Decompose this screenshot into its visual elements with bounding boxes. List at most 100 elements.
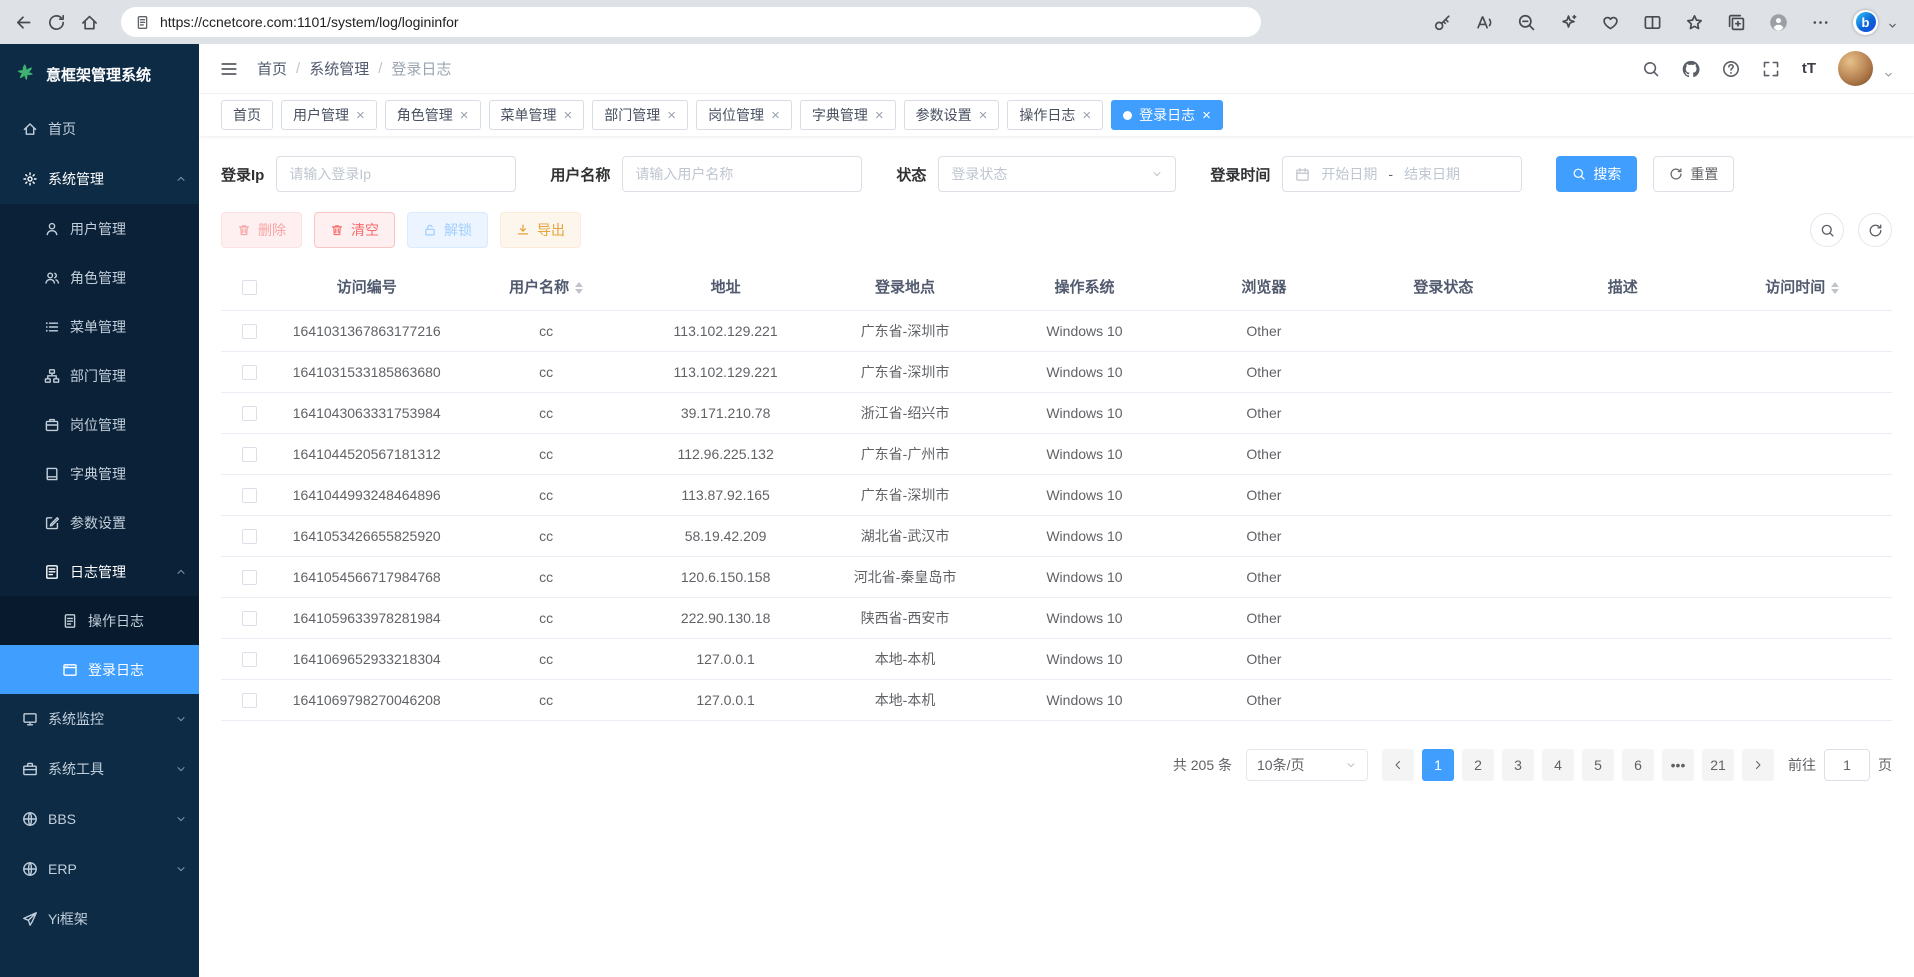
page-button[interactable]: 6 — [1622, 749, 1654, 781]
sidebar-item[interactable]: 系统监控 — [0, 694, 199, 744]
address-bar[interactable]: https://ccnetcore.com:1101/system/log/lo… — [121, 7, 1261, 37]
column-header[interactable]: 访问时间 — [1713, 264, 1893, 310]
row-checkbox[interactable] — [242, 406, 257, 421]
prev-page-button[interactable] — [1382, 749, 1414, 781]
chevron-down-icon[interactable] — [1883, 69, 1894, 80]
help-icon[interactable] — [1722, 60, 1740, 78]
sidebar-item[interactable]: 字典管理 — [0, 449, 199, 498]
reload-icon[interactable] — [47, 13, 66, 32]
close-icon[interactable]: × — [356, 108, 365, 123]
reset-button[interactable]: 重置 — [1653, 156, 1734, 192]
sidebar-item[interactable]: 岗位管理 — [0, 400, 199, 449]
collapse-menu-icon[interactable] — [219, 59, 239, 79]
page-button[interactable]: 21 — [1702, 749, 1734, 781]
toggle-search-button[interactable] — [1810, 213, 1844, 247]
page-size-select[interactable]: 10条/页 — [1246, 749, 1368, 781]
table-row[interactable]: 1641043063331753984cc39.171.210.78浙江省-绍兴… — [221, 392, 1892, 433]
more-icon[interactable] — [1811, 13, 1830, 32]
sidebar-item[interactable]: 参数设置 — [0, 498, 199, 547]
essentials-heart-icon[interactable] — [1601, 13, 1620, 32]
sidebar-item[interactable]: BBS — [0, 794, 199, 844]
sidebar-item[interactable]: 角色管理 — [0, 253, 199, 302]
avatar[interactable] — [1838, 51, 1873, 86]
jump-page-input[interactable] — [1824, 749, 1870, 781]
row-checkbox[interactable] — [242, 652, 257, 667]
row-checkbox[interactable] — [242, 447, 257, 462]
table-row[interactable]: 1641053426655825920cc58.19.42.209湖北省-武汉市… — [221, 515, 1892, 556]
sidebar-item[interactable]: 操作日志 — [0, 596, 199, 645]
search-icon[interactable] — [1642, 60, 1660, 78]
page-button[interactable]: 5 — [1582, 749, 1614, 781]
table-row[interactable]: 1641054566717984768cc120.6.150.158河北省-秦皇… — [221, 556, 1892, 597]
sidebar-item[interactable]: 菜单管理 — [0, 302, 199, 351]
row-checkbox[interactable] — [242, 611, 257, 626]
bing-icon[interactable]: b — [1853, 10, 1878, 35]
back-icon[interactable] — [14, 13, 33, 32]
sidebar-item[interactable]: 系统工具 — [0, 744, 199, 794]
breadcrumb-item[interactable]: 首页 — [257, 58, 287, 79]
translate-icon[interactable] — [1559, 13, 1578, 32]
tab[interactable]: 字典管理× — [800, 100, 896, 130]
sidebar-item[interactable]: ERP — [0, 844, 199, 894]
login-ip-input[interactable] — [276, 156, 516, 192]
read-aloud-icon[interactable] — [1475, 13, 1494, 32]
fullscreen-icon[interactable] — [1762, 60, 1780, 78]
page-button[interactable]: 3 — [1502, 749, 1534, 781]
close-icon[interactable]: × — [667, 108, 676, 123]
delete-button[interactable]: 删除 — [221, 212, 302, 248]
sidebar-item[interactable]: 日志管理 — [0, 547, 199, 596]
unlock-button[interactable]: 解锁 — [407, 212, 488, 248]
tab[interactable]: 岗位管理× — [696, 100, 792, 130]
row-checkbox[interactable] — [242, 693, 257, 708]
table-row[interactable]: 1641044520567181312cc112.96.225.132广东省-广… — [221, 433, 1892, 474]
github-icon[interactable] — [1682, 60, 1700, 78]
tab[interactable]: 登录日志× — [1111, 100, 1223, 130]
date-range-picker[interactable]: 开始日期 - 结束日期 — [1282, 156, 1522, 192]
sidebar-item[interactable]: 系统管理 — [0, 154, 199, 204]
next-page-button[interactable] — [1742, 749, 1774, 781]
split-screen-icon[interactable] — [1643, 13, 1662, 32]
breadcrumb-item[interactable]: 系统管理 — [309, 58, 369, 79]
home-icon[interactable] — [80, 13, 99, 32]
close-icon[interactable]: × — [1202, 108, 1211, 123]
close-icon[interactable]: × — [875, 108, 884, 123]
profile-icon[interactable] — [1769, 13, 1788, 32]
sidebar-item[interactable]: 用户管理 — [0, 204, 199, 253]
tab[interactable]: 用户管理× — [281, 100, 377, 130]
status-select[interactable]: 登录状态 — [938, 156, 1176, 192]
clear-button[interactable]: 清空 — [314, 212, 395, 248]
table-row[interactable]: 1641059633978281984cc222.90.130.18陕西省-西安… — [221, 597, 1892, 638]
tab[interactable]: 操作日志× — [1007, 100, 1103, 130]
chevron-down-icon[interactable] — [1887, 20, 1898, 31]
row-checkbox[interactable] — [242, 570, 257, 585]
more-pages-button[interactable]: ••• — [1662, 749, 1694, 781]
password-key-icon[interactable] — [1433, 13, 1452, 32]
close-icon[interactable]: × — [460, 108, 469, 123]
row-checkbox[interactable] — [242, 365, 257, 380]
font-size-icon[interactable]: tT — [1802, 60, 1816, 77]
row-checkbox[interactable] — [242, 324, 257, 339]
tab[interactable]: 参数设置× — [904, 100, 1000, 130]
breadcrumb-item[interactable]: 登录日志 — [391, 58, 451, 79]
tab[interactable]: 首页 — [221, 100, 273, 130]
export-button[interactable]: 导出 — [500, 212, 581, 248]
search-button[interactable]: 搜索 — [1556, 156, 1637, 192]
refresh-table-button[interactable] — [1858, 213, 1892, 247]
table-row[interactable]: 1641031367863177216cc113.102.129.221广东省-… — [221, 310, 1892, 351]
table-row[interactable]: 1641069798270046208cc127.0.0.1本地-本机Windo… — [221, 679, 1892, 720]
tab[interactable]: 菜单管理× — [489, 100, 585, 130]
close-icon[interactable]: × — [564, 108, 573, 123]
close-icon[interactable]: × — [1082, 108, 1091, 123]
row-checkbox[interactable] — [242, 488, 257, 503]
favorites-star-icon[interactable] — [1685, 13, 1704, 32]
sidebar-item[interactable]: 登录日志 — [0, 645, 199, 694]
table-row[interactable]: 1641044993248464896cc113.87.92.165广东省-深圳… — [221, 474, 1892, 515]
sidebar-item[interactable]: 部门管理 — [0, 351, 199, 400]
page-button[interactable]: 4 — [1542, 749, 1574, 781]
table-row[interactable]: 1641069652933218304cc127.0.0.1本地-本机Windo… — [221, 638, 1892, 679]
tab[interactable]: 角色管理× — [385, 100, 481, 130]
close-icon[interactable]: × — [771, 108, 780, 123]
sort-icon[interactable] — [575, 278, 583, 298]
sidebar-item[interactable]: Yi框架 — [0, 894, 199, 944]
tab[interactable]: 部门管理× — [592, 100, 688, 130]
